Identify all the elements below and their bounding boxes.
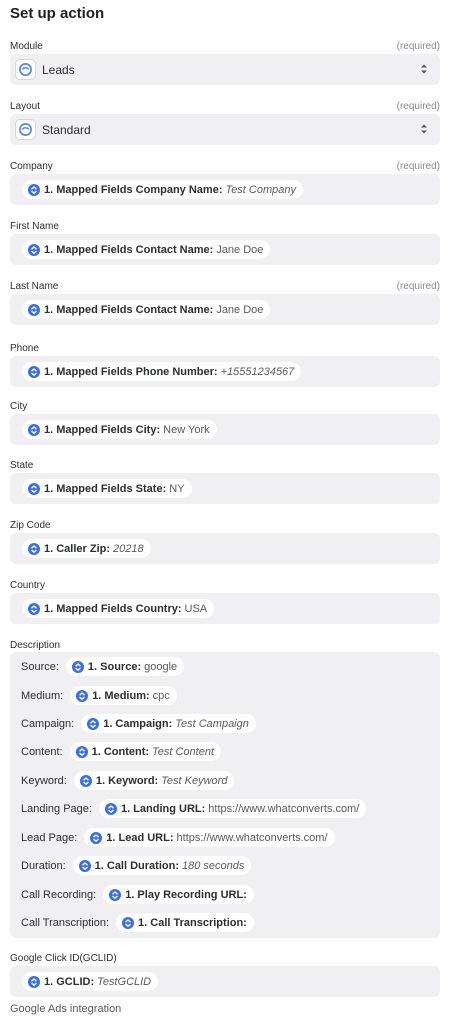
mapped-field-pill[interactable]: 1. Call Transcription: xyxy=(116,913,254,932)
state-label: State xyxy=(10,460,34,471)
description-row: Source: 1. Source: google xyxy=(21,657,185,676)
mapped-field-pill[interactable]: 1. Mapped Fields Phone Number: +15551234… xyxy=(22,362,302,381)
last-name-required: (required) xyxy=(396,281,440,292)
company-required: (required) xyxy=(396,161,440,172)
mapped-field-pill[interactable]: 1. Play Recording URL: xyxy=(103,885,254,904)
phone-label: Phone xyxy=(10,343,39,354)
gclid-field[interactable]: 1. GCLID: TestGCLID xyxy=(10,966,440,997)
mapped-field-pill[interactable]: 1. Content: Test Content xyxy=(69,742,222,761)
zapier-step-icon xyxy=(28,183,40,196)
mapped-field-pill[interactable]: 1. Campaign: Test Campaign xyxy=(81,714,256,733)
mapped-field-pill[interactable]: 1. Medium: cpc xyxy=(70,686,177,705)
layout-label: Layout xyxy=(10,101,41,112)
module-label: Module xyxy=(10,41,43,52)
mapped-field-pill[interactable]: 1. Source: google xyxy=(65,657,185,676)
zapier-step-icon xyxy=(28,542,40,555)
app-icon xyxy=(15,59,36,80)
last-name-label: Last Name xyxy=(10,281,59,292)
zapier-step-icon xyxy=(28,243,40,256)
chevron-updown-icon xyxy=(421,124,427,134)
module-required: (required) xyxy=(396,41,440,52)
zapier-step-icon xyxy=(76,689,89,702)
mapped-field-pill[interactable]: 1. Keyword: Test Keyword xyxy=(73,771,235,790)
mapped-field-pill[interactable]: 1. Mapped Fields State: NY xyxy=(22,479,192,498)
mapped-field-pill[interactable]: 1. Mapped Fields Contact Name: Jane Doe xyxy=(22,300,271,319)
app-icon xyxy=(15,119,36,140)
zapier-step-icon xyxy=(109,888,122,901)
first-name-label: First Name xyxy=(10,221,59,232)
mapped-field-pill[interactable]: 1. Landing URL: https://www.whatconverts… xyxy=(98,799,367,818)
mapped-field-pill[interactable]: 1. Mapped Fields Company Name: Test Comp… xyxy=(22,180,304,199)
page-title: Set up action xyxy=(10,5,105,22)
country-field[interactable]: 1. Mapped Fields Country: USA xyxy=(10,593,440,624)
mapped-field-pill[interactable]: 1. GCLID: TestGCLID xyxy=(22,972,159,991)
phone-field[interactable]: 1. Mapped Fields Phone Number: +15551234… xyxy=(10,356,440,387)
layout-required: (required) xyxy=(396,101,440,112)
mapped-field-pill[interactable]: 1. Call Duration: 180 seconds xyxy=(72,856,252,875)
zapier-step-icon xyxy=(28,975,40,988)
mapped-field-pill[interactable]: 1. Mapped Fields Country: USA xyxy=(22,599,215,618)
footer-text: Google Ads integration xyxy=(10,1003,122,1015)
zapier-step-icon xyxy=(71,660,84,673)
mapped-field-pill[interactable]: 1. Mapped Fields City: New York xyxy=(22,420,217,439)
zapier-step-icon xyxy=(28,303,40,316)
description-row: Lead Page: 1. Lead URL: https://www.what… xyxy=(21,828,335,847)
description-label: Description xyxy=(10,640,61,651)
zapier-step-icon xyxy=(90,831,103,844)
mapped-field-pill[interactable]: 1. Mapped Fields Contact Name: Jane Doe xyxy=(22,240,271,259)
zapier-step-icon xyxy=(78,859,91,872)
description-row: Content: 1. Content: Test Content xyxy=(21,742,222,761)
last-name-field[interactable]: 1. Mapped Fields Contact Name: Jane Doe xyxy=(10,294,440,325)
zapier-step-icon xyxy=(28,482,40,495)
description-row: Duration: 1. Call Duration: 180 seconds xyxy=(21,856,252,875)
description-row: Campaign: 1. Campaign: Test Campaign xyxy=(21,714,256,733)
layout-select[interactable]: Standard xyxy=(10,114,440,145)
description-row: Medium: 1. Medium: cpc xyxy=(21,686,177,705)
country-label: Country xyxy=(10,580,46,591)
description-field[interactable]: Source: 1. Source: google Medium: 1. Med… xyxy=(10,652,440,938)
zip-code-field[interactable]: 1. Caller Zip: 20218 xyxy=(10,533,440,564)
description-row: Landing Page: 1. Landing URL: https://ww… xyxy=(21,799,367,818)
zapier-step-icon xyxy=(75,745,88,758)
zapier-step-icon xyxy=(122,916,135,929)
company-field[interactable]: 1. Mapped Fields Company Name: Test Comp… xyxy=(10,174,440,205)
first-name-field[interactable]: 1. Mapped Fields Contact Name: Jane Doe xyxy=(10,234,440,265)
mapped-field-pill[interactable]: 1. Caller Zip: 20218 xyxy=(22,539,151,558)
zip-code-label: Zip Code xyxy=(10,520,51,531)
description-row: Call Recording: 1. Play Recording URL: xyxy=(21,885,254,904)
city-field[interactable]: 1. Mapped Fields City: New York xyxy=(10,414,440,445)
zapier-step-icon xyxy=(104,802,117,815)
zapier-step-icon xyxy=(87,717,100,730)
city-label: City xyxy=(10,401,28,412)
company-label: Company xyxy=(10,161,53,172)
description-row: Keyword: 1. Keyword: Test Keyword xyxy=(21,771,235,790)
layout-value: Standard xyxy=(42,122,91,137)
module-value: Leads xyxy=(42,62,75,77)
chevron-updown-icon xyxy=(421,64,427,74)
mapped-field-pill[interactable]: 1. Lead URL: https://www.whatconverts.co… xyxy=(84,828,335,847)
zapier-step-icon xyxy=(28,423,40,436)
zapier-step-icon xyxy=(28,365,40,378)
module-select[interactable]: Leads xyxy=(10,54,440,85)
gclid-label: Google Click ID(GCLID) xyxy=(10,953,117,964)
zapier-step-icon xyxy=(28,602,40,615)
state-field[interactable]: 1. Mapped Fields State: NY xyxy=(10,473,440,504)
zapier-step-icon xyxy=(79,774,92,787)
description-row: Call Transcription: 1. Call Transcriptio… xyxy=(21,913,254,932)
